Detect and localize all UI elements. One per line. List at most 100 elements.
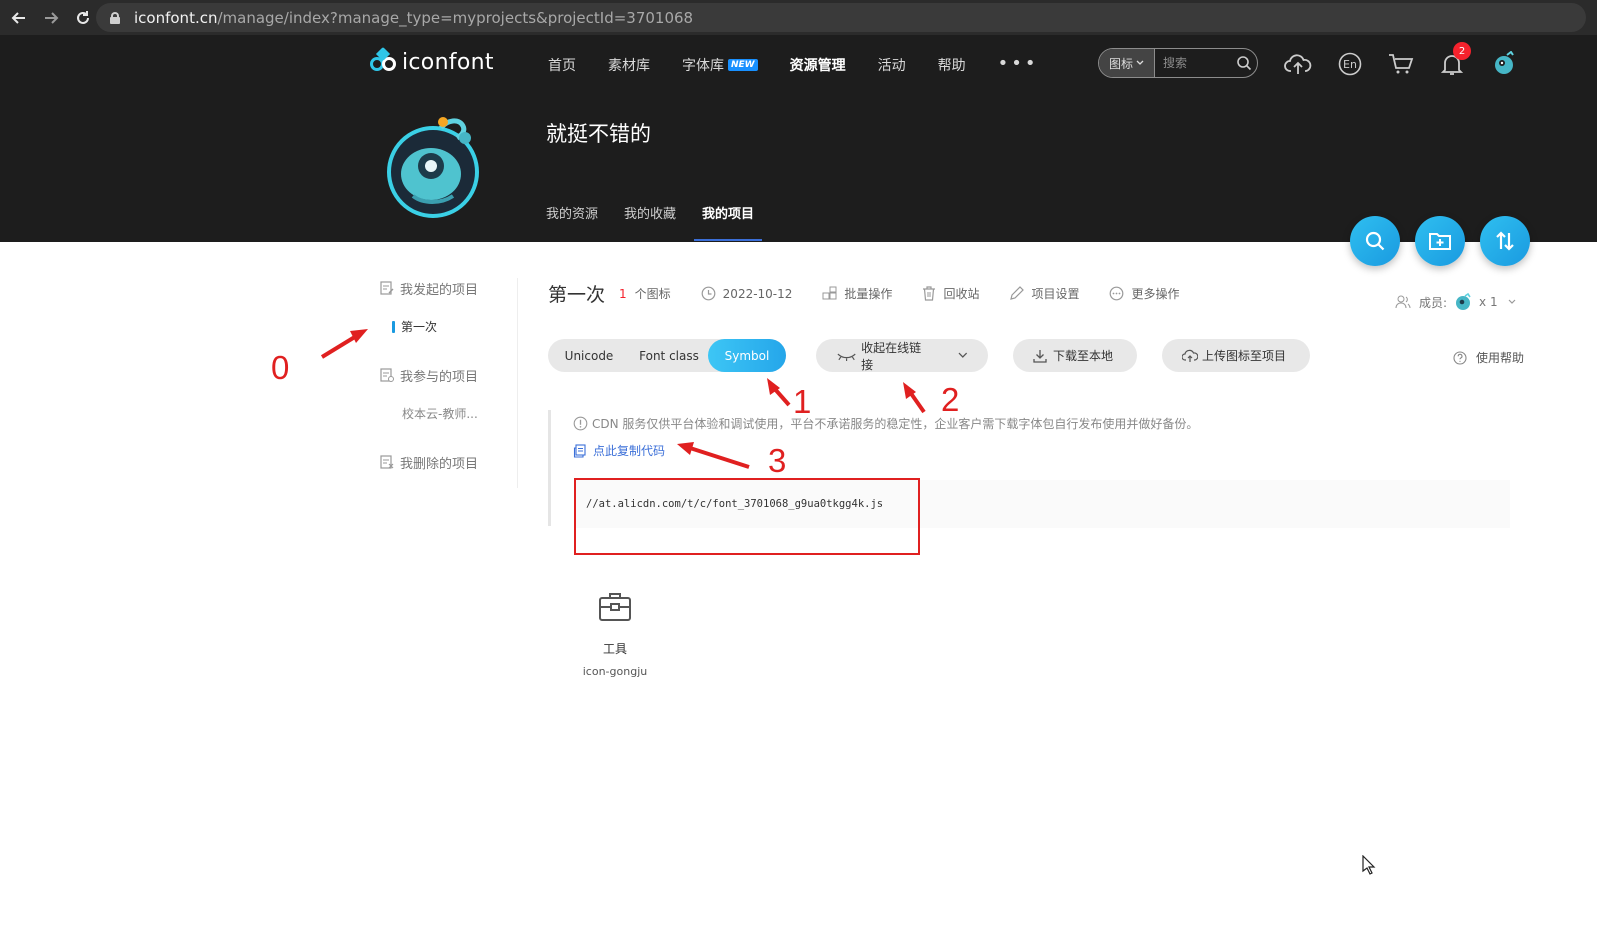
usage-help-label: 使用帮助 [1476,351,1525,365]
sidebar-item-first-project[interactable]: 第一次 [392,318,520,335]
download-local-label: 下载至本地 [1053,349,1114,363]
batch-operation-button[interactable]: 批量操作 [822,285,892,302]
sidebar-section-started[interactable]: 我发起的项目 [380,278,520,298]
sidebar-section-started-label: 我发起的项目 [400,282,479,298]
nav-fonts-label: 字体库 [682,58,724,74]
site-header: iconfont 首页 素材库 字体库 NEW 资源管理 活动 帮助 ••• 图标… [0,35,1597,242]
copy-code-link[interactable]: 点此复制代码 [573,442,665,459]
created-date-label: 2022-10-12 [722,286,793,301]
project-members[interactable]: 成员: x 1 [1395,292,1516,312]
recycle-bin-button[interactable]: 回收站 [922,285,979,302]
sidebar-divider [517,278,518,488]
forward-icon[interactable] [38,5,64,31]
more-actions-button[interactable]: 更多操作 [1109,285,1179,302]
reload-icon[interactable] [70,5,96,31]
annotation-number-3: 3 [768,442,787,479]
members-count: x 1 [1479,295,1498,309]
sort-icon [1496,231,1514,251]
upload-icons-label: 上传图标至项目 [1202,349,1287,363]
icon-count-unit: 个图标 [634,287,671,301]
language-en-icon[interactable]: En [1335,49,1365,79]
tab-my-projects[interactable]: 我的项目 [694,203,763,241]
help-circle-icon [1453,350,1467,365]
sidebar-section-joined[interactable]: 我参与的项目 [380,365,520,385]
usage-help-link[interactable]: 使用帮助 [1453,349,1524,366]
url-path: /manage/index?manage_type=myprojects&pro… [217,8,694,27]
lock-icon [110,11,120,24]
members-icon [1395,295,1411,309]
sidebar-section-deleted[interactable]: 我删除的项目 [380,452,520,472]
mouse-cursor-icon [1362,854,1376,879]
cart-icon[interactable] [1386,49,1416,79]
search-icon[interactable] [1231,49,1257,77]
fab-new-folder-button[interactable] [1415,216,1465,266]
address-bar[interactable]: iconfont.cn/manage/index?manage_type=myp… [96,3,1586,32]
upload-cloud-icon[interactable] [1283,49,1313,79]
deleted-doc-icon [380,455,394,469]
folder-add-icon [1429,233,1451,250]
download-icon [1033,349,1047,363]
user-avatar[interactable] [1489,49,1519,79]
members-label: 成员: [1419,295,1448,310]
fab-sort-button[interactable] [1480,216,1530,266]
sidebar-item-label: 第一次 [401,320,438,334]
icon-card[interactable]: 工具 icon-gongju [575,592,655,678]
tab-my-favorites[interactable]: 我的收藏 [624,203,676,241]
top-nav: 首页 素材库 字体库 NEW 资源管理 活动 帮助 ••• [548,53,1039,75]
download-local-button[interactable]: 下载至本地 [1013,339,1137,372]
batch-operation-label: 批量操作 [844,287,893,301]
nav-home[interactable]: 首页 [548,55,576,75]
chevron-down-icon [1136,60,1144,65]
site-logo[interactable]: iconfont [370,46,494,75]
nav-resource-manage[interactable]: 资源管理 [790,55,846,75]
copy-code-label: 点此复制代码 [593,444,666,458]
tab-font-class[interactable]: Font class [630,339,708,372]
trash-icon [923,286,936,301]
format-switch: Unicode Font class Symbol [548,339,786,372]
tab-unicode[interactable]: Unicode [548,339,630,372]
search-box: 图标 [1098,48,1258,78]
icon-count: 1 [619,286,627,301]
project-header: 第一次 1 个图标 2022-10-12 批量操作 回收站 项目设置 更多操作 [548,280,1179,307]
logo-text: iconfont [402,49,494,75]
project-settings-button[interactable]: 项目设置 [1009,285,1079,302]
nav-fonts[interactable]: 字体库 NEW [682,55,758,75]
fab-search-button[interactable] [1350,216,1400,266]
copy-icon [573,443,586,458]
nav-materials[interactable]: 素材库 [608,55,650,75]
more-menu-icon[interactable]: ••• [998,53,1039,74]
tab-symbol[interactable]: Symbol [708,339,786,372]
member-avatar [1456,292,1471,310]
cdn-notice-text: CDN 服务仅供平台体验和调试使用，平台不承诺服务的稳定性，企业客户需下载字体包… [592,417,1199,431]
upload-icons-button[interactable]: 上传图标至项目 [1162,339,1310,372]
svg-text:En: En [1343,58,1357,71]
icon-name: 工具 [602,642,627,656]
nav-help[interactable]: 帮助 [938,55,966,75]
notification-bell-icon[interactable]: 2 [1437,42,1471,79]
back-icon[interactable] [6,5,32,31]
batch-icon [822,286,837,300]
pencil-icon [1010,286,1025,300]
search-type-select[interactable]: 图标 [1099,49,1155,77]
annotation-number-1: 1 [793,383,812,420]
profile-avatar [383,100,488,225]
clock-icon [701,286,716,301]
tab-my-resources[interactable]: 我的资源 [546,203,598,241]
notification-badge: 2 [1453,42,1471,60]
project-settings-label: 项目设置 [1031,287,1080,301]
nav-activity[interactable]: 活动 [878,55,906,75]
profile-name: 就挺不错的 [546,122,651,146]
icon-font-class: icon-gongju [582,665,648,678]
info-icon [573,416,588,431]
more-circle-icon [1110,286,1124,301]
sidebar-item-label: 校本云-教师... [402,407,478,421]
sidebar-item-joined-project[interactable]: 校本云-教师... [402,405,520,422]
search-type-label: 图标 [1108,56,1133,71]
search-input[interactable] [1155,56,1231,70]
logo-icon [370,46,398,75]
browser-toolbar: iconfont.cn/manage/index?manage_type=myp… [0,0,1597,35]
profile-tabs: 我的资源 我的收藏 我的项目 [546,203,780,241]
edit-doc-icon [380,281,394,295]
sidebar-section-deleted-label: 我删除的项目 [400,456,479,472]
collapse-online-link-button[interactable]: 收起在线链接 [816,339,988,372]
